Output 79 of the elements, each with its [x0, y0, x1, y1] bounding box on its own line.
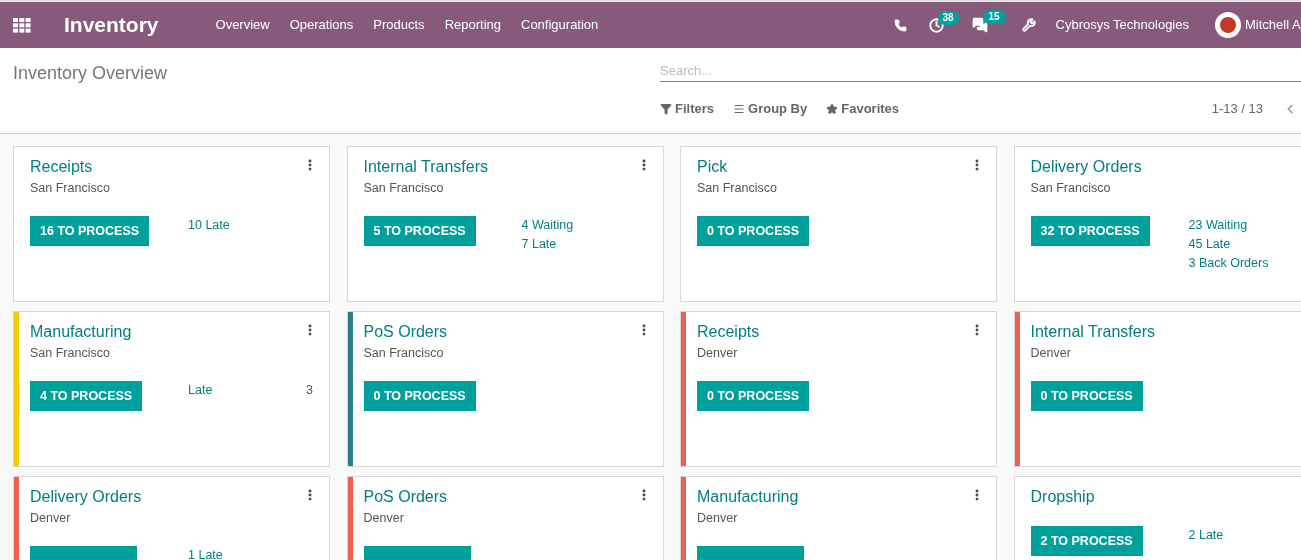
search-option-button[interactable]: Filters	[660, 99, 714, 119]
app-grid-icon[interactable]	[13, 17, 31, 33]
card-subtitle: Denver	[697, 345, 739, 362]
card-title[interactable]: Internal Transfers	[1030, 321, 1155, 343]
to-process-button[interactable]: 0 TO PROCESS	[697, 216, 810, 246]
card-subtitle: San Francisco	[30, 180, 111, 197]
stat-link[interactable]: 45 Late	[1188, 235, 1231, 253]
to-process-button[interactable]: 0 TO PROCESS	[1030, 381, 1143, 411]
pager-value: 1-13 / 13	[1211, 100, 1263, 118]
card-subtitle: Denver	[30, 510, 72, 527]
search-option-button[interactable]: Favorites	[826, 99, 900, 119]
card-title[interactable]: Delivery Orders	[1030, 156, 1142, 178]
nav-menu-item[interactable]: Operations	[289, 15, 354, 35]
clock-icon[interactable]	[928, 17, 944, 33]
to-process-button[interactable]: 16 TO PROCESS	[30, 216, 150, 246]
search-field[interactable]: Search...	[660, 60, 1301, 82]
kanban-card[interactable]: Delivery Orders San Francisco 32 TO PROCESS 23 Waiting 45 Late 3 Back Orders	[1013, 146, 1301, 302]
to-process-button[interactable]: 4 TO PROCESS	[30, 381, 143, 411]
card-title[interactable]: PoS Orders	[363, 321, 448, 343]
card-title[interactable]: Dropship	[1030, 486, 1095, 508]
kanban-card[interactable]: PoS Orders San Francisco 0 TO PROCESS	[346, 311, 664, 467]
card-title[interactable]: Pick	[697, 156, 728, 178]
nav-menu-item[interactable]: Reporting	[444, 15, 501, 35]
nav-menu-item[interactable]: Products	[373, 15, 425, 35]
stat-count: 3	[306, 382, 313, 399]
star-icon	[826, 102, 839, 115]
kanban-card[interactable]: Receipts Denver 0 TO PROCESS	[680, 311, 997, 467]
card-subtitle: San Francisco	[363, 180, 445, 197]
phone-icon[interactable]	[893, 18, 907, 32]
card-title[interactable]: Manufacturing	[30, 321, 132, 343]
kanban-card[interactable]: Manufacturing San Francisco 4 TO PROCESS Late 3	[13, 311, 330, 467]
card-title[interactable]: Delivery Orders	[30, 486, 142, 508]
to-process-button[interactable]: 5 TO PROCESS	[363, 216, 476, 246]
kanban-card[interactable]: Internal Transfers Denver 0 TO PROCESS	[1013, 311, 1301, 467]
card-subtitle: Denver	[363, 510, 405, 527]
search-option-button[interactable]: Group By	[733, 99, 808, 119]
card-title[interactable]: Internal Transfers	[363, 156, 488, 178]
kanban-card[interactable]: PoS Orders Denver	[346, 476, 664, 560]
kanban-card[interactable]: Dropship 2 TO PROCESS 2 Late	[1013, 476, 1301, 560]
card-title[interactable]: Receipts	[697, 321, 760, 343]
stat-link[interactable]: Late	[188, 381, 213, 399]
stat-link[interactable]: 4 Waiting	[521, 216, 574, 234]
kanban-card[interactable]: Delivery Orders Denver 1 Late	[13, 476, 330, 560]
card-title[interactable]: Manufacturing	[697, 486, 799, 508]
message-badge: 15	[982, 10, 1006, 24]
stat-link[interactable]: 10 Late	[188, 216, 230, 234]
card-subtitle: Denver	[697, 510, 739, 527]
to-process-button[interactable]: 0 TO PROCESS	[697, 381, 810, 411]
card-title[interactable]: Receipts	[30, 156, 93, 178]
card-subtitle: Denver	[1030, 345, 1072, 362]
kanban-card[interactable]: Internal Transfers San Francisco 5 TO PROCESS 4 Waiting 7 Late	[346, 146, 664, 302]
stat-link[interactable]: 7 Late	[521, 235, 557, 253]
card-subtitle: San Francisco	[30, 345, 111, 362]
stat-link[interactable]: 2 Late	[1188, 526, 1224, 544]
stat-link[interactable]: 23 Waiting	[1188, 216, 1248, 234]
card-title[interactable]: PoS Orders	[363, 486, 448, 508]
kanban-card[interactable]: Pick San Francisco 0 TO PROCESS	[680, 146, 997, 302]
tools-icon[interactable]	[1021, 18, 1036, 32]
stat-link[interactable]: 1 Late	[188, 546, 223, 560]
nav-menu-item[interactable]: Configuration	[521, 15, 599, 35]
to-process-button[interactable]: 32 TO PROCESS	[1030, 216, 1150, 246]
app-title[interactable]: Inventory	[64, 9, 159, 41]
stat-link[interactable]: 3 Back Orders	[1188, 254, 1269, 272]
card-subtitle: San Francisco	[697, 180, 778, 197]
kanban-card[interactable]: Manufacturing Denver	[680, 476, 997, 560]
menu-icon	[733, 102, 745, 115]
kanban-card[interactable]: Receipts San Francisco 16 TO PROCESS 10 Late	[13, 146, 330, 302]
to-process-button[interactable]: 0 TO PROCESS	[363, 381, 476, 411]
to-process-button[interactable]: 2 TO PROCESS	[1030, 526, 1143, 556]
page-title: Inventory Overview	[13, 63, 168, 83]
chat-icon[interactable]	[971, 17, 988, 33]
card-subtitle: San Francisco	[363, 345, 445, 362]
activity-badge: 38	[937, 10, 959, 25]
nav-menu-item[interactable]: Overview	[215, 15, 270, 35]
filter-icon	[660, 102, 672, 115]
card-subtitle: San Francisco	[1030, 180, 1112, 197]
user-name[interactable]: Mitchell A	[1245, 15, 1301, 35]
user-avatar[interactable]	[1215, 12, 1241, 38]
company-name[interactable]: Cybrosys Technologies	[1055, 15, 1189, 35]
